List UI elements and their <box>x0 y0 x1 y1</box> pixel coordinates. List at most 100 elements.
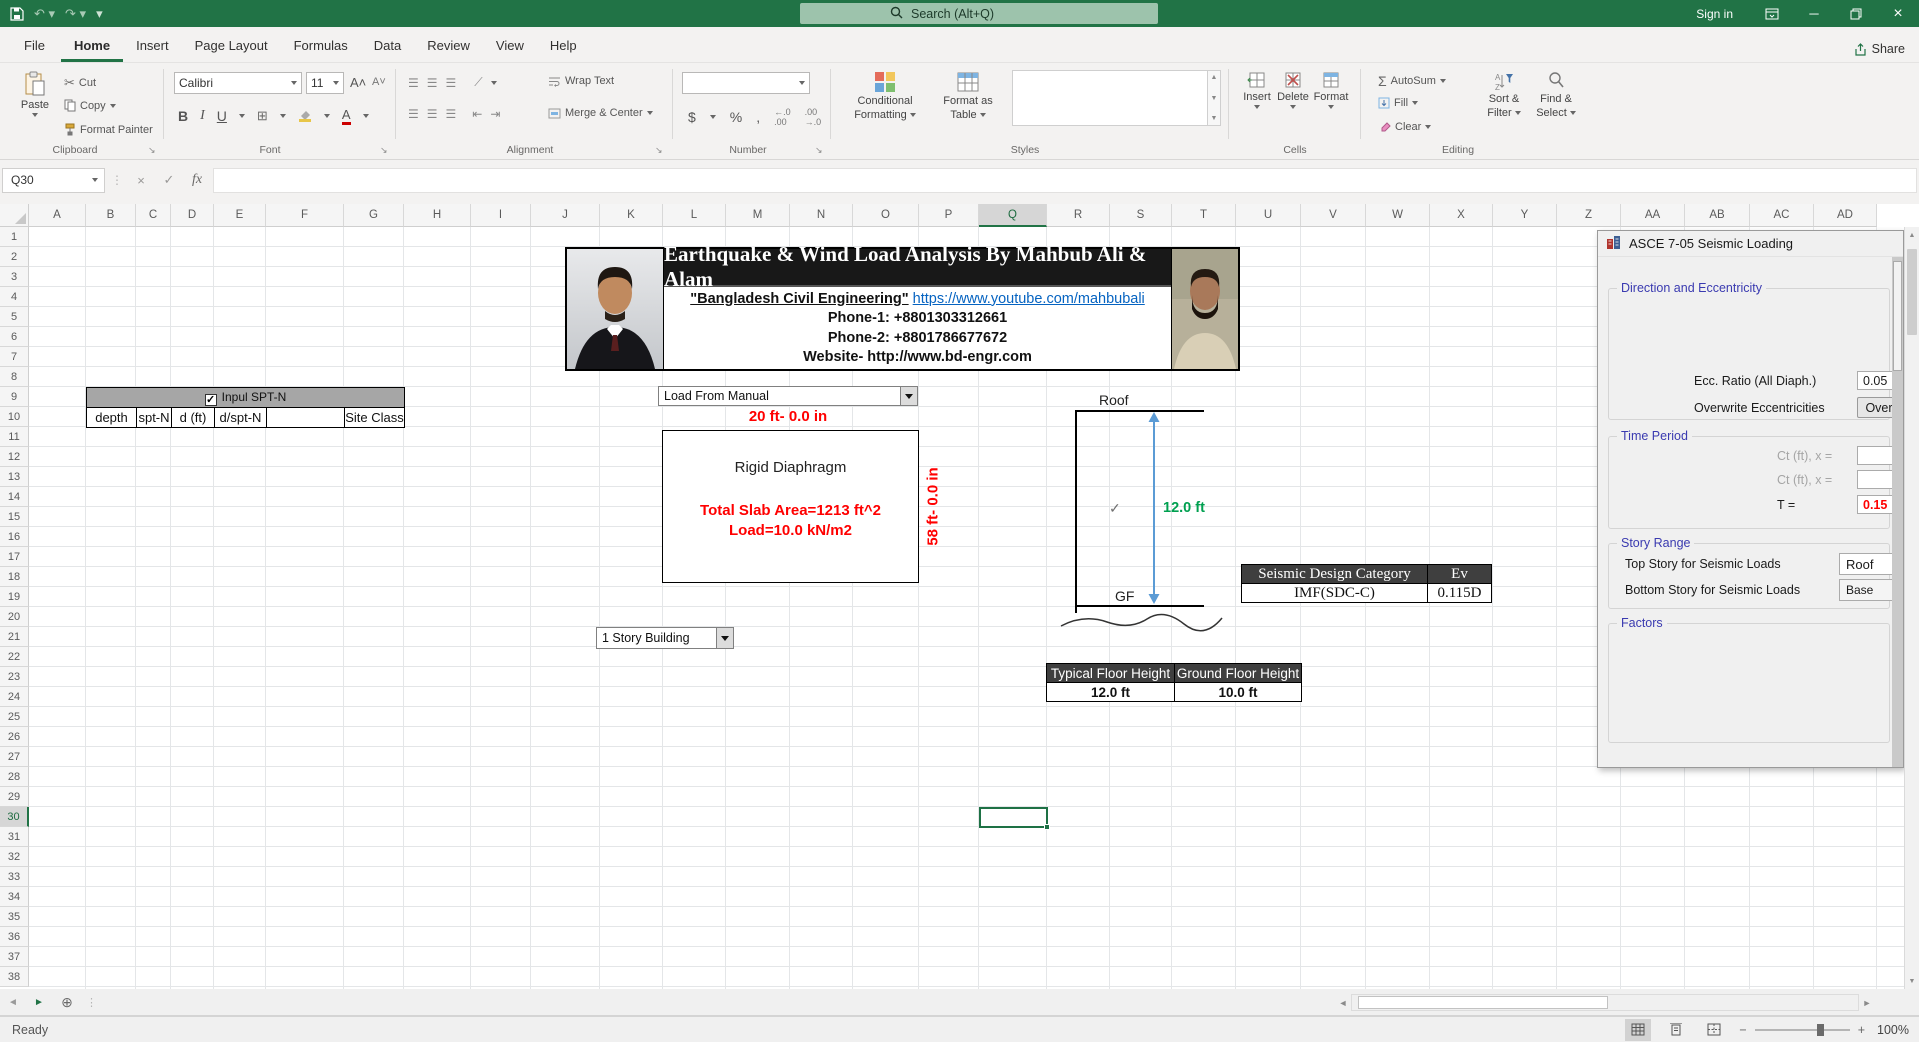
row-header-33[interactable]: 33 <box>0 867 29 887</box>
wrap-text-button[interactable]: Wrap Text <box>548 75 614 87</box>
minimize-button[interactable]: ─ <box>1793 0 1835 27</box>
row-header-35[interactable]: 35 <box>0 907 29 927</box>
row-header-14[interactable]: 14 <box>0 487 29 507</box>
grow-font-icon[interactable]: A˄ <box>350 75 366 90</box>
bottom-story-select[interactable]: Base <box>1839 579 1899 601</box>
row-header-5[interactable]: 5 <box>0 307 29 327</box>
orientation-icon[interactable]: ⟋ <box>474 75 482 90</box>
find-select-button[interactable]: Find &Select <box>1532 71 1580 119</box>
page-layout-view-icon[interactable] <box>1663 1019 1689 1041</box>
zoom-slider-thumb[interactable] <box>1817 1024 1824 1036</box>
cell-styles-gallery[interactable] <box>1012 70 1208 126</box>
zoom-in-icon[interactable]: + <box>1858 1023 1865 1037</box>
column-header-W[interactable]: W <box>1366 204 1430 227</box>
row-header-28[interactable]: 28 <box>0 767 29 787</box>
clear-button[interactable]: Clear <box>1378 121 1431 133</box>
zoom-level[interactable]: 100% <box>1877 1023 1909 1037</box>
column-header-A[interactable]: A <box>29 204 86 227</box>
decrease-decimal-icon[interactable]: .00→.0 <box>805 107 822 127</box>
row-header-22[interactable]: 22 <box>0 647 29 667</box>
row-header-4[interactable]: 4 <box>0 287 29 307</box>
ribbon-tab-insert[interactable]: Insert <box>123 30 182 62</box>
asce-dialog-scrollbar[interactable] <box>1892 257 1903 767</box>
column-header-U[interactable]: U <box>1236 204 1301 227</box>
share-button[interactable]: Share <box>1854 42 1905 56</box>
column-header-C[interactable]: C <box>136 204 171 227</box>
horizontal-scroll-thumb[interactable] <box>1358 996 1608 1009</box>
row-header-37[interactable]: 37 <box>0 947 29 967</box>
row-header-32[interactable]: 32 <box>0 847 29 867</box>
align-center-icon[interactable]: ☰ <box>427 107 438 121</box>
row-header-27[interactable]: 27 <box>0 747 29 767</box>
insert-cells-button[interactable]: Insert <box>1240 71 1274 109</box>
ribbon-tab-formulas[interactable]: Formulas <box>281 30 361 62</box>
row-header-7[interactable]: 7 <box>0 347 29 367</box>
bold-button[interactable]: B <box>178 108 188 124</box>
scroll-up-icon[interactable]: ▲ <box>1905 227 1919 243</box>
column-header-AB[interactable]: AB <box>1685 204 1750 227</box>
input-spt-checkbox[interactable]: ✓ <box>205 394 217 406</box>
font-dialog-launcher[interactable]: ↘ <box>380 145 388 156</box>
column-header-V[interactable]: V <box>1301 204 1366 227</box>
undo-icon[interactable]: ↶ ▾ <box>34 7 55 20</box>
column-header-Z[interactable]: Z <box>1557 204 1621 227</box>
column-header-F[interactable]: F <box>266 204 344 227</box>
row-header-20[interactable]: 20 <box>0 607 29 627</box>
ribbon-tab-help[interactable]: Help <box>537 30 590 62</box>
conditional-formatting-button[interactable]: ConditionalFormatting <box>845 71 925 121</box>
column-header-N[interactable]: N <box>790 204 853 227</box>
row-header-36[interactable]: 36 <box>0 927 29 947</box>
restore-button[interactable] <box>1835 0 1877 27</box>
hscroll-left-icon[interactable]: ◄ <box>1335 998 1351 1008</box>
row-header-21[interactable]: 21 <box>0 627 29 647</box>
spt-checkbox-cell[interactable]: ✓Inpul SPT-N <box>87 388 405 408</box>
row-header-29[interactable]: 29 <box>0 787 29 807</box>
row-header-3[interactable]: 3 <box>0 267 29 287</box>
fill-color-icon[interactable] <box>298 108 312 125</box>
search-input[interactable]: Search (Alt+Q) <box>800 3 1158 24</box>
column-header-K[interactable]: K <box>600 204 663 227</box>
formula-input[interactable] <box>213 168 1917 193</box>
autosum-button[interactable]: ΣAutoSum <box>1378 73 1446 89</box>
italic-button[interactable]: I <box>200 108 205 124</box>
number-format-select[interactable] <box>682 72 810 94</box>
column-header-Y[interactable]: Y <box>1493 204 1557 227</box>
row-header-10[interactable]: 10 <box>0 407 29 427</box>
percent-format-icon[interactable]: % <box>730 109 742 125</box>
hscroll-right-icon[interactable]: ► <box>1859 998 1875 1008</box>
row-header-1[interactable]: 1 <box>0 227 29 247</box>
row-header-12[interactable]: 12 <box>0 447 29 467</box>
row-header-34[interactable]: 34 <box>0 887 29 907</box>
increase-decimal-icon[interactable]: ←.0.00 <box>774 107 791 127</box>
number-dialog-launcher[interactable]: ↘ <box>815 145 823 156</box>
normal-view-icon[interactable] <box>1625 1019 1651 1041</box>
new-sheet-button[interactable]: ⊕ <box>52 989 82 1015</box>
cancel-icon[interactable]: × <box>129 173 153 188</box>
column-header-O[interactable]: O <box>853 204 919 227</box>
column-header-P[interactable]: P <box>919 204 979 227</box>
row-header-17[interactable]: 17 <box>0 547 29 567</box>
column-header-AC[interactable]: AC <box>1750 204 1814 227</box>
align-bottom-icon[interactable]: ☰ <box>446 76 457 90</box>
vertical-scrollbar[interactable]: ▲ ▼ <box>1904 227 1919 989</box>
page-break-view-icon[interactable] <box>1701 1019 1727 1041</box>
row-header-9[interactable]: 9 <box>0 387 29 407</box>
select-all-corner[interactable] <box>0 204 29 227</box>
column-header-AA[interactable]: AA <box>1621 204 1685 227</box>
column-header-T[interactable]: T <box>1172 204 1236 227</box>
row-header-31[interactable]: 31 <box>0 827 29 847</box>
row-header-6[interactable]: 6 <box>0 327 29 347</box>
ribbon-display-options-icon[interactable] <box>1751 0 1793 27</box>
align-left-icon[interactable]: ☰ <box>408 107 419 121</box>
tab-scroll-left-icon[interactable]: ◄ <box>0 989 26 1015</box>
column-header-L[interactable]: L <box>663 204 726 227</box>
format-cells-button[interactable]: Format <box>1312 71 1350 109</box>
cells-grid[interactable]: ✓Inpul SPT-Ndepthspt-Nd (ft)d/spt-NSite … <box>29 227 1904 989</box>
accounting-format-icon[interactable]: $ <box>688 109 696 125</box>
row-header-25[interactable]: 25 <box>0 707 29 727</box>
redo-icon[interactable]: ↷ ▾ <box>65 7 86 20</box>
row-header-11[interactable]: 11 <box>0 427 29 447</box>
insert-function-icon[interactable]: fx <box>185 172 209 188</box>
underline-button[interactable]: U <box>217 108 227 124</box>
ribbon-tab-file[interactable]: File <box>8 30 61 62</box>
